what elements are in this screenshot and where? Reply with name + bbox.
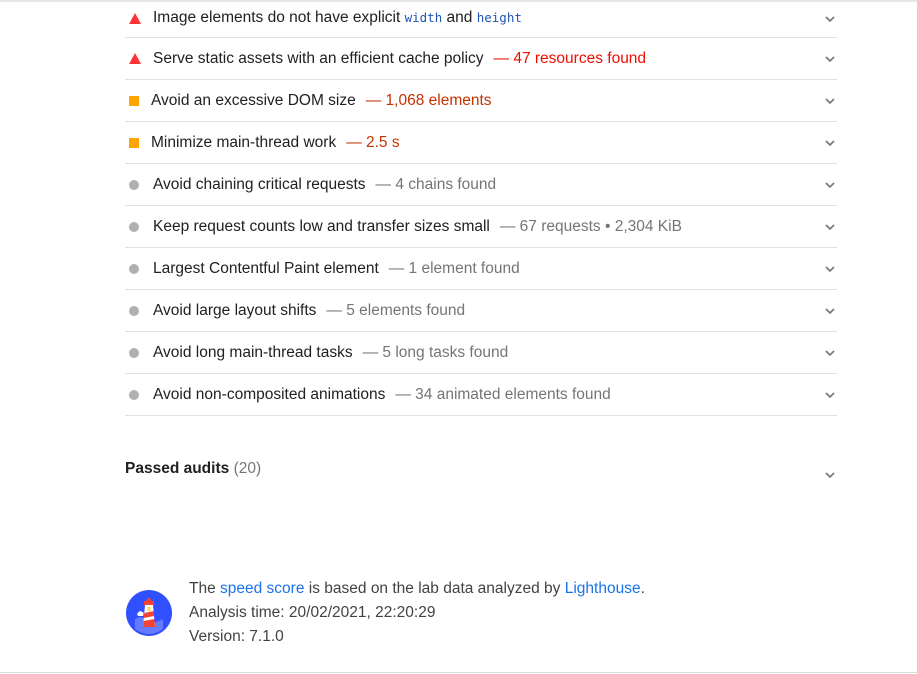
audit-display-value: — 2.5 s <box>346 133 400 151</box>
report-footer: The speed score is based on the lab data… <box>125 577 825 657</box>
bottom-divider <box>0 672 917 673</box>
audit-item-layout-shifts[interactable]: Avoid large layout shifts — 5 elements f… <box>125 290 837 332</box>
audit-item-long-tasks[interactable]: Avoid long main-thread tasks — 5 long ta… <box>125 332 837 374</box>
chevron-down-icon[interactable] <box>823 304 837 318</box>
info-circle-icon <box>125 384 147 406</box>
audit-item-lcp-element[interactable]: Largest Contentful Paint element — 1 ele… <box>125 248 837 290</box>
chevron-down-icon[interactable] <box>823 220 837 234</box>
audit-item-main-thread-work[interactable]: Minimize main-thread work — 2.5 s <box>125 122 837 164</box>
code-width: width <box>404 10 443 25</box>
audit-display-value: — 67 requests • 2,304 KiB <box>499 217 682 235</box>
audit-title: Image elements do not have explicit widt… <box>153 9 522 26</box>
audit-item-dom-size[interactable]: Avoid an excessive DOM size — 1,068 elem… <box>125 80 837 122</box>
audit-title: Avoid an excessive DOM size <box>151 91 356 109</box>
chevron-down-icon[interactable] <box>823 12 837 26</box>
info-circle-icon <box>125 258 147 280</box>
audit-title: Avoid large layout shifts <box>153 301 317 319</box>
audit-display-value: — 47 resources found <box>493 49 647 67</box>
lighthouse-link[interactable]: Lighthouse <box>565 580 641 597</box>
chevron-down-icon[interactable] <box>823 346 837 360</box>
audit-display-value: — 1 element found <box>388 259 520 277</box>
audit-title: Largest Contentful Paint element <box>153 259 379 277</box>
audit-display-value: — 4 chains found <box>375 175 497 193</box>
footer-text: The speed score is based on the lab data… <box>189 577 645 649</box>
code-height: height <box>476 10 522 25</box>
chevron-down-icon[interactable] <box>823 52 837 66</box>
audit-title: Avoid long main-thread tasks <box>153 343 353 361</box>
info-circle-icon <box>125 216 147 238</box>
audit-title: Avoid non-composited animations <box>153 385 386 403</box>
audit-list: Image elements do not have explicit widt… <box>125 0 837 416</box>
chevron-down-icon[interactable] <box>823 136 837 150</box>
passed-audits-toggle[interactable]: Passed audits (20) <box>125 456 837 490</box>
audit-display-value: — 1,068 elements <box>365 91 492 109</box>
info-circle-icon <box>125 300 147 322</box>
audit-title: Minimize main-thread work <box>151 133 337 151</box>
audit-item-non-composited-animations[interactable]: Avoid non-composited animations — 34 ani… <box>125 374 837 416</box>
audit-display-value: — 34 animated elements found <box>395 385 611 403</box>
audit-item-cache-policy[interactable]: Serve static assets with an efficient ca… <box>125 38 837 80</box>
fail-triangle-icon <box>125 48 147 70</box>
footer-description: The speed score is based on the lab data… <box>189 580 645 597</box>
speed-score-link[interactable]: speed score <box>220 580 304 597</box>
info-circle-icon <box>125 342 147 364</box>
audit-display-value: — 5 long tasks found <box>362 343 509 361</box>
chevron-down-icon[interactable] <box>823 94 837 108</box>
chevron-down-icon[interactable] <box>823 262 837 276</box>
audit-title: Serve static assets with an efficient ca… <box>153 49 484 67</box>
version: Version: 7.1.0 <box>189 628 284 645</box>
analysis-time: Analysis time: 20/02/2021, 22:20:29 <box>189 604 436 621</box>
passed-audits-label: Passed audits (20) <box>125 460 262 477</box>
audit-item-unsized-images[interactable]: Image elements do not have explicit widt… <box>125 0 837 38</box>
chevron-down-icon[interactable] <box>823 178 837 192</box>
passed-audits-count: (20) <box>233 460 262 477</box>
chevron-down-icon[interactable] <box>823 468 837 482</box>
average-square-icon <box>125 132 147 154</box>
audit-item-request-counts[interactable]: Keep request counts low and transfer siz… <box>125 206 837 248</box>
chevron-down-icon[interactable] <box>823 388 837 402</box>
audit-title: Keep request counts low and transfer siz… <box>153 217 490 235</box>
lighthouse-logo-icon <box>125 589 173 637</box>
audit-title: Avoid chaining critical requests <box>153 175 366 193</box>
average-square-icon <box>125 90 147 112</box>
fail-triangle-icon <box>125 7 147 29</box>
audit-item-critical-requests[interactable]: Avoid chaining critical requests — 4 cha… <box>125 164 837 206</box>
audit-display-value: — 5 elements found <box>326 301 466 319</box>
info-circle-icon <box>125 174 147 196</box>
